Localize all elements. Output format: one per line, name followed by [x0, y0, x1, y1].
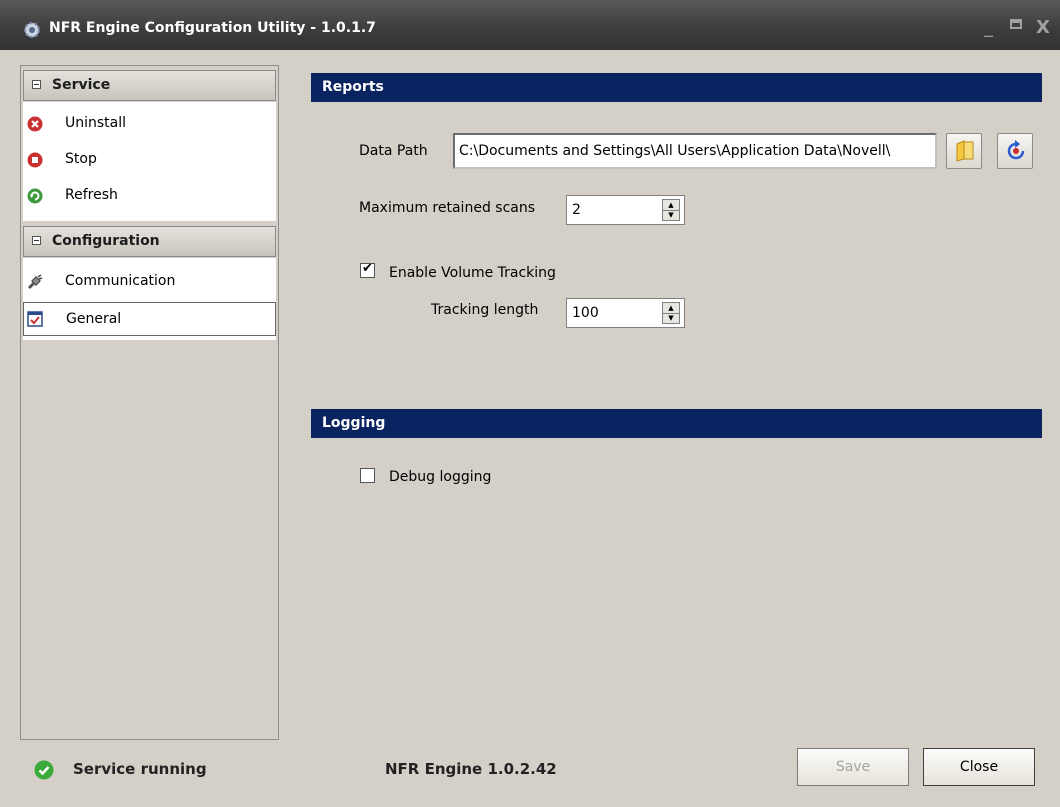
- volume-tracking-checkbox[interactable]: ✔: [360, 261, 375, 278]
- configuration-header-label: Configuration: [52, 233, 160, 249]
- service-items: Uninstall Stop Refresh: [23, 102, 276, 221]
- sidebar: Service Uninstall Stop Refresh Configura…: [20, 65, 279, 740]
- spinner-buttons[interactable]: ▲ ▼: [662, 302, 680, 324]
- sidebar-item-label: General: [66, 311, 122, 327]
- configuration-section-header[interactable]: Configuration: [23, 226, 276, 257]
- sidebar-item-general[interactable]: General: [23, 302, 276, 336]
- tracking-length-spinner[interactable]: 100 ▲ ▼: [566, 298, 685, 328]
- reports-section-bar: Reports: [311, 73, 1042, 102]
- check-icon: ✔: [362, 261, 373, 276]
- engine-version-text: NFR Engine 1.0.2.42: [385, 760, 557, 778]
- max-retained-scans-label: Maximum retained scans: [359, 200, 536, 216]
- collapse-icon[interactable]: [32, 236, 41, 245]
- general-icon: [27, 311, 43, 327]
- window-title: NFR Engine Configuration Utility - 1.0.1…: [49, 20, 376, 36]
- maximize-button[interactable]: [1010, 19, 1022, 29]
- sidebar-item-label: Refresh: [65, 187, 118, 203]
- max-retained-scans-spinner[interactable]: 2 ▲ ▼: [566, 195, 685, 225]
- sidebar-item-label: Uninstall: [65, 115, 127, 131]
- collapse-icon[interactable]: [32, 80, 41, 89]
- debug-logging-label[interactable]: Debug logging: [389, 469, 491, 485]
- reset-path-button[interactable]: [997, 133, 1033, 169]
- sidebar-item-label: Stop: [65, 151, 97, 167]
- service-section-header[interactable]: Service: [23, 70, 276, 101]
- logging-section-bar: Logging: [311, 409, 1042, 438]
- title-bar[interactable]: NFR Engine Configuration Utility - 1.0.1…: [0, 0, 1060, 50]
- debug-logging-checkbox[interactable]: [360, 468, 375, 483]
- stop-icon: [27, 152, 43, 168]
- sidebar-item-communication[interactable]: Communication: [23, 265, 276, 299]
- tracking-length-value: 100: [572, 305, 599, 321]
- minimize-button[interactable]: _: [984, 17, 993, 38]
- logging-title: Logging: [322, 415, 386, 431]
- save-button[interactable]: Save: [797, 748, 909, 786]
- app-window: NFR Engine Configuration Utility - 1.0.1…: [0, 0, 1060, 807]
- sidebar-item-label: Communication: [65, 273, 176, 289]
- browse-folder-button[interactable]: [946, 133, 982, 169]
- sidebar-item-uninstall[interactable]: Uninstall: [23, 107, 276, 141]
- service-status-text: Service running: [73, 760, 207, 778]
- configuration-items: Communication General: [23, 258, 276, 340]
- communication-icon: [27, 274, 43, 290]
- close-window-button[interactable]: X: [1036, 17, 1050, 38]
- gear-icon: [24, 22, 40, 38]
- data-path-input[interactable]: C:\Documents and Settings\All Users\Appl…: [453, 133, 937, 169]
- sidebar-item-refresh[interactable]: Refresh: [23, 179, 276, 213]
- refresh-icon: [27, 188, 43, 204]
- reset-icon: [1007, 140, 1025, 160]
- spin-down-icon[interactable]: ▼: [663, 313, 679, 323]
- close-button[interactable]: Close: [923, 748, 1035, 786]
- reports-title: Reports: [322, 79, 384, 95]
- sidebar-item-stop[interactable]: Stop: [23, 143, 276, 177]
- volume-tracking-label[interactable]: Enable Volume Tracking: [389, 265, 556, 281]
- uninstall-icon: [27, 116, 43, 132]
- spinner-buttons[interactable]: ▲ ▼: [662, 199, 680, 221]
- data-path-label: Data Path: [359, 143, 428, 159]
- status-ok-icon: [34, 760, 54, 780]
- service-header-label: Service: [52, 77, 111, 93]
- folder-icon: [956, 140, 974, 162]
- spin-down-icon[interactable]: ▼: [663, 210, 679, 220]
- max-retained-scans-value: 2: [572, 202, 581, 218]
- tracking-length-label: Tracking length: [431, 302, 539, 318]
